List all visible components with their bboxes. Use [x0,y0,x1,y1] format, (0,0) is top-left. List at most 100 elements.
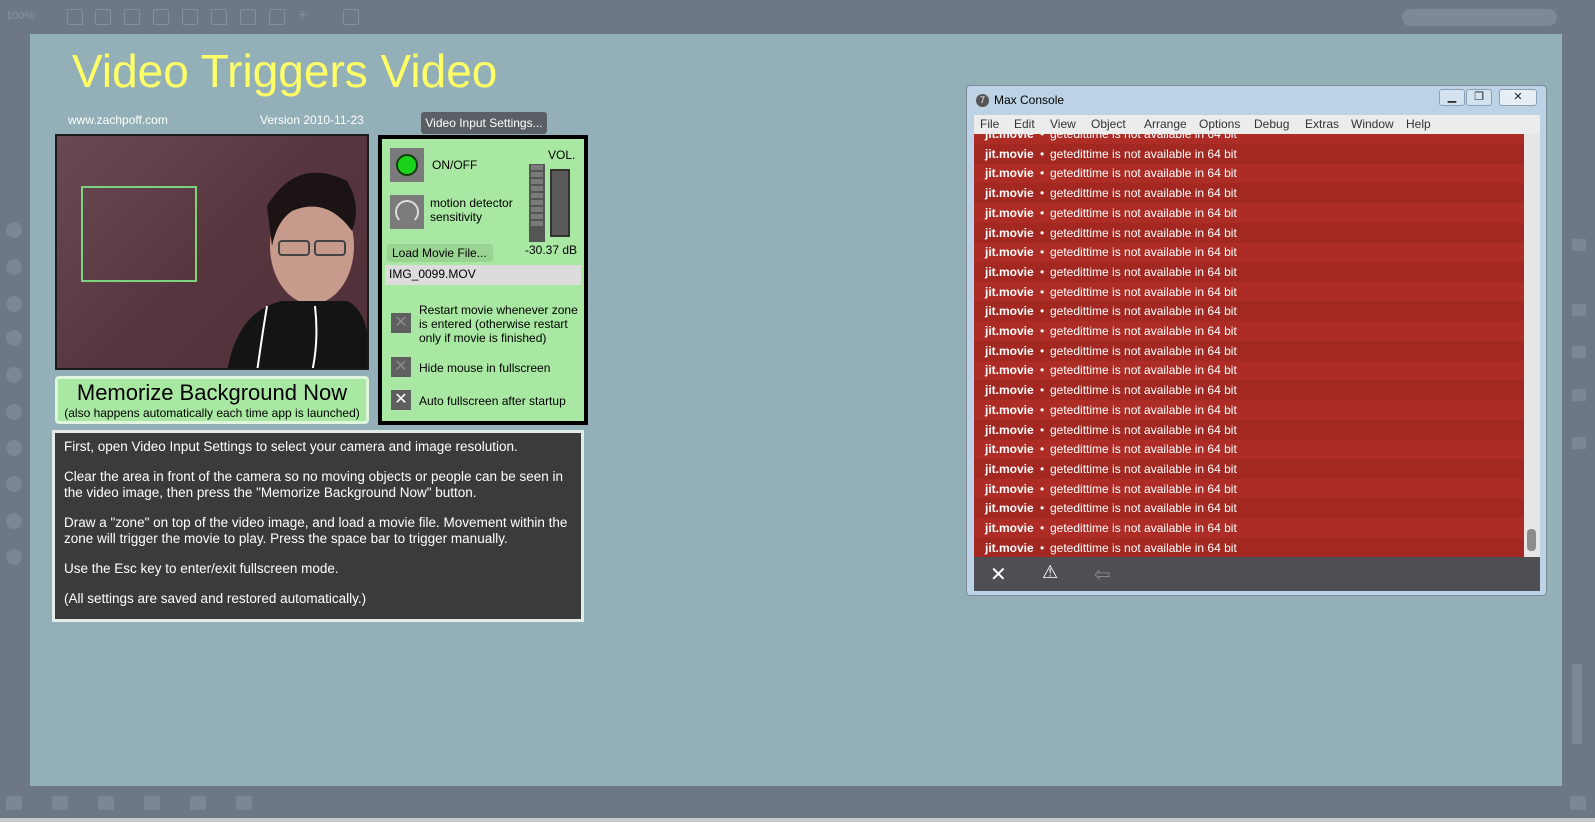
video-input-settings-button[interactable]: Video Input Settings... [421,112,547,134]
menu-window[interactable]: Window [1351,117,1394,131]
log-bullet: • [1040,225,1045,240]
log-row[interactable]: jit.movie • getedittime is not available i… [974,458,1531,479]
add-icon[interactable]: + [298,8,314,25]
log-row[interactable]: jit.movie • getedittime is not available i… [974,203,1531,223]
puzzle-icon[interactable] [6,440,22,456]
object-icon[interactable] [153,9,169,25]
console-title: Max Console [994,93,1065,107]
list-icon[interactable] [1572,346,1586,358]
console-log[interactable]: jit.movie • getedittime is not available i… [974,134,1531,557]
car-icon[interactable] [343,9,359,25]
log-row[interactable]: jit.movie • getedittime is not available i… [974,261,1531,282]
log-message: getedittime is not available in 64 bit [1050,442,1237,457]
log-row[interactable]: jit.movie • getedittime is not available i… [974,439,1531,459]
console-titlebar[interactable]: 7 Max Console ▁ ❐ ✕ [967,86,1546,114]
log-source: jit.movie [985,304,1034,319]
menu-debug[interactable]: Debug [1254,117,1289,131]
instruction-text: Draw a "zone" on top of the video image,… [64,515,568,546]
log-row[interactable]: jit.movie • getedittime is not available i… [974,321,1531,341]
minimize-icon[interactable]: ▁ [1439,89,1465,106]
menu-file[interactable]: File [980,117,999,131]
menu-object[interactable]: Object [1091,117,1126,131]
close-icon[interactable]: ✕ [1499,89,1537,106]
comment-icon[interactable] [124,9,140,25]
video-preview[interactable] [55,134,369,370]
settings-icon[interactable] [1572,389,1586,401]
menu-help[interactable]: Help [1406,117,1431,131]
volume-slider[interactable] [550,169,570,237]
log-message: getedittime is not available in 64 bit [1050,501,1237,516]
log-row[interactable]: jit.movie • getedittime is not available i… [974,242,1531,262]
grid-icon[interactable] [144,796,160,810]
hide-mouse-checkbox[interactable]: ✕ [391,357,411,377]
dial-icon[interactable] [269,9,285,25]
menu-extras[interactable]: Extras [1305,117,1339,131]
layers-icon[interactable] [1572,437,1586,449]
music-icon[interactable] [6,296,22,312]
star-icon[interactable] [6,549,22,565]
lock-icon[interactable] [6,796,22,810]
log-row[interactable]: jit.movie • getedittime is not available i… [974,301,1531,322]
log-row[interactable]: jit.movie • getedittime is not available i… [974,163,1531,183]
message-icon[interactable] [182,9,198,25]
menu-edit[interactable]: Edit [1014,117,1035,131]
trigger-zone[interactable] [81,186,197,282]
log-bullet: • [1040,324,1045,338]
log-row[interactable]: jit.movie • getedittime is not available i… [974,183,1531,204]
scrollbar-thumb[interactable] [1527,529,1536,551]
target-icon[interactable] [6,222,22,238]
auto-fullscreen-checkbox[interactable]: ✕ [391,390,411,410]
back-arrow-icon[interactable]: ⇦ [1094,562,1111,587]
log-row[interactable]: jit.movie • getedittime is not available i… [974,537,1531,557]
log-row[interactable]: jit.movie • getedittime is not available i… [974,360,1531,380]
search-input[interactable] [1402,9,1557,26]
console-toolbar: ✕ ⚠ ⇦ [974,557,1540,591]
image-icon[interactable] [6,367,22,383]
onoff-toggle[interactable] [390,148,424,182]
presentation-icon[interactable] [52,796,68,810]
log-row[interactable]: jit.movie • getedittime is not available i… [974,134,1531,144]
clear-icon[interactable]: ✕ [990,562,1007,587]
console-scrollbar[interactable] [1524,134,1540,557]
zoom-level[interactable]: 100% [6,10,34,22]
debug-icon[interactable] [190,796,206,810]
restore-icon[interactable]: ❐ [1466,89,1492,106]
grid-icon[interactable] [240,9,256,25]
load-movie-button[interactable]: Load Movie File... [387,244,493,262]
presentation-icon[interactable] [95,9,111,25]
log-bullet: • [1040,461,1045,476]
log-row[interactable]: jit.movie • getedittime is not available i… [974,400,1531,420]
patch-cord-icon[interactable] [211,9,227,25]
log-row[interactable]: jit.movie • getedittime is not available i… [974,282,1531,302]
log-row[interactable]: jit.movie • getedittime is not available i… [974,222,1531,243]
power-icon[interactable] [1570,796,1586,810]
lock-icon[interactable] [67,9,83,25]
circle-icon[interactable] [6,476,22,492]
log-row[interactable]: jit.movie • getedittime is not available i… [974,380,1531,401]
log-row[interactable]: jit.movie • getedittime is not available i… [974,479,1531,499]
log-row[interactable]: jit.movie • getedittime is not available i… [974,518,1531,538]
log-row[interactable]: jit.movie • getedittime is not available i… [974,419,1531,440]
menu-view[interactable]: View [1050,117,1076,131]
sensitivity-dial[interactable] [390,195,424,229]
info-icon[interactable] [6,513,22,529]
log-message: getedittime is not available in 64 bit [1050,166,1237,181]
memorize-background-button[interactable]: Memorize Background Now (also happens au… [55,376,369,424]
log-row[interactable]: jit.movie • getedittime is not available i… [974,143,1531,164]
layout-icon[interactable] [6,259,22,275]
log-row[interactable]: jit.movie • getedittime is not available i… [974,498,1531,519]
grid-icon[interactable] [6,330,22,346]
led-on-icon [396,154,418,176]
warning-icon[interactable]: ⚠ [1042,562,1058,583]
wrench-icon[interactable] [236,796,252,810]
link-icon[interactable] [6,404,22,420]
comment-icon[interactable] [98,796,114,810]
restart-checkbox[interactable]: ✕ [391,313,411,333]
right-sidebar [1562,34,1595,786]
menu-arrange[interactable]: Arrange [1144,117,1187,131]
inspector-icon[interactable] [1572,239,1586,251]
log-source: jit.movie [985,343,1034,358]
menu-options[interactable]: Options [1199,117,1240,131]
log-row[interactable]: jit.movie • getedittime is not available i… [974,340,1531,361]
info-icon[interactable] [1572,304,1586,316]
